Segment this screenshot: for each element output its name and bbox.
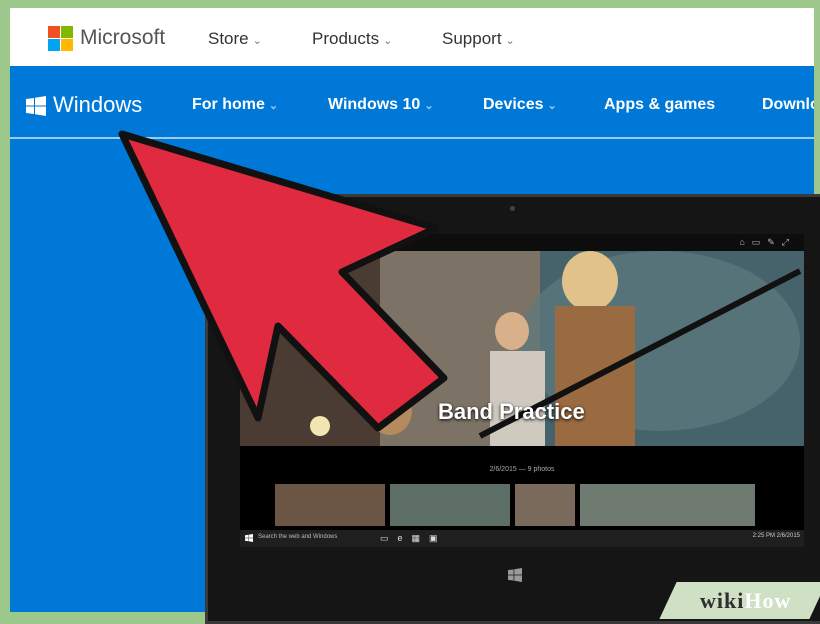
windows-brand[interactable]: Windows [53,92,142,118]
watermark-how: How [744,588,792,613]
taskbar-app-icons: ▭e▦▣ [380,533,447,543]
app-title-bar: ⌂▭✎⤢ [240,234,804,251]
taskbar-clock: 2:25 PM 2/6/2015 [752,533,800,539]
album-meta: 2/6/2015 — 9 photos [489,466,555,473]
nav-for-home-label: For home [192,96,265,113]
photo-thumbnails [275,484,755,526]
nav-products[interactable]: Products ⌄ [312,29,392,49]
nav-devices[interactable]: Devices ⌄ [483,96,557,114]
album-title: Band Practice [438,399,585,424]
chevron-down-icon: ⌄ [252,35,262,47]
nav-downloads[interactable]: Downloa [762,96,814,114]
photo-thumbnail[interactable] [580,484,755,526]
windows-logo-icon[interactable] [26,96,46,116]
tablet-screen: ⌂▭✎⤢ Band Practice 2/6/2015 — 9 photos S… [240,234,804,547]
nav-apps-games-label: Apps & games [604,96,716,113]
nav-support[interactable]: Support ⌄ [442,29,515,49]
nav-windows-10-label: Windows 10 [328,96,421,113]
tablet-device-image: ⌂▭✎⤢ Band Practice 2/6/2015 — 9 photos S… [205,194,820,624]
microsoft-header: Microsoft Store ⌄ Products ⌄ Support ⌄ [10,8,814,66]
nav-support-label: Support [442,29,502,48]
nav-apps-games[interactable]: Apps & games [604,96,715,114]
app-toolbar-icons: ⌂▭✎⤢ [739,237,796,247]
watermark-wiki: wiki [700,588,745,613]
windows-taskbar: Search the web and Windows ▭e▦▣ 2:25 PM … [240,530,804,547]
microsoft-brand[interactable]: Microsoft [80,26,165,50]
band-practice-photo[interactable]: Band Practice [240,251,804,446]
nav-devices-label: Devices [483,96,544,113]
chevron-down-icon: ⌄ [505,35,515,47]
nav-windows-10[interactable]: Windows 10 ⌄ [328,96,434,114]
photo-thumbnail[interactable] [390,484,510,526]
nav-for-home[interactable]: For home ⌄ [192,96,278,114]
tablet-windows-button-icon [508,568,522,582]
nav-downloads-label: Downloa [762,96,814,113]
photo-thumbnail[interactable] [275,484,385,526]
windows-nav-bar: Windows For home ⌄ Windows 10 ⌄ Devices ⌄ A… [10,66,814,139]
chevron-down-icon: ⌄ [383,35,393,47]
wikihow-watermark: wikiHow [700,588,791,614]
chevron-down-icon: ⌄ [547,100,557,112]
start-icon[interactable] [245,534,253,542]
photo-thumbnail[interactable] [515,484,575,526]
chevron-down-icon: ⌄ [424,100,434,112]
taskbar-search-box[interactable]: Search the web and Windows [258,534,337,540]
chevron-down-icon: ⌄ [268,100,279,112]
nav-store[interactable]: Store ⌄ [208,29,262,49]
nav-products-label: Products [312,29,380,48]
nav-store-label: Store [208,29,249,48]
microsoft-logo-icon[interactable] [48,26,73,51]
camera-dot [510,206,515,211]
